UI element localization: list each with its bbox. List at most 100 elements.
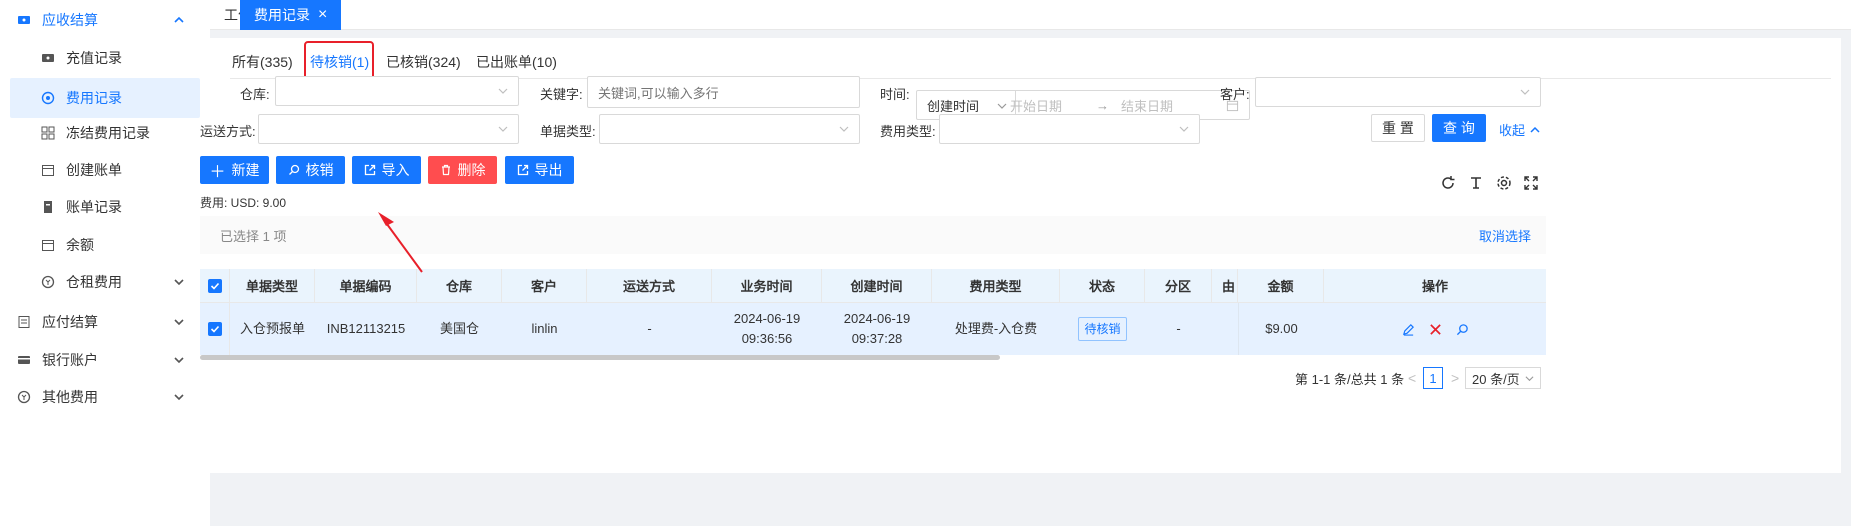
page-size-select[interactable]: 20 条/页	[1465, 367, 1541, 389]
import-button-label: 导入	[381, 162, 410, 178]
ticket-icon	[16, 12, 32, 28]
select-all-checkbox[interactable]	[200, 269, 230, 302]
sidebar: 应收结算 充值记录 费用记录 冻结费用记录 创建账单 账单记录 余额 仓租费用 …	[0, 0, 210, 526]
page-1-button[interactable]: 1	[1423, 367, 1443, 389]
search-icon	[288, 164, 299, 175]
sidebar-item-bill-records[interactable]: 账单记录	[10, 187, 200, 227]
main-content: 工作台 费用记录 × 所有(335) 待核销(1) 已核销(324) 已出账单(…	[200, 0, 1851, 526]
cell-fee-type: 处理费-入仓费	[954, 321, 1038, 336]
shipping-method-select[interactable]	[258, 114, 519, 144]
biz-time: 09:36:56	[741, 331, 793, 346]
cell-biz-time: 2024-06-19 09:36:56	[712, 303, 822, 355]
customer-select[interactable]	[1255, 77, 1541, 107]
chevron-down-icon	[498, 126, 508, 132]
page-tab-fee-records[interactable]: 费用记录 ×	[240, 0, 342, 30]
fullscreen-icon[interactable]	[1523, 175, 1539, 191]
close-icon[interactable]: ×	[318, 7, 327, 23]
new-button-label: 新建	[231, 162, 260, 178]
next-page-button[interactable]: >	[1451, 370, 1459, 386]
sidebar-item-storage-fees[interactable]: 仓租费用	[10, 262, 200, 302]
col-zone[interactable]: 分区	[1145, 269, 1212, 302]
cell-zone: -	[1176, 321, 1181, 336]
chevron-down-icon	[174, 319, 184, 326]
page-size-value: 20 条/页	[1472, 371, 1520, 387]
verify-button-label: 核销	[305, 162, 334, 178]
cell-status: 待核销	[1060, 303, 1145, 355]
verify-button[interactable]: 核销	[276, 156, 345, 184]
time-type-value: 创建时间	[927, 98, 980, 114]
chevron-down-icon	[174, 279, 184, 286]
import-button[interactable]: 导入	[352, 156, 421, 184]
pagination-summary: 第 1-1 条/总共 1 条	[1295, 372, 1405, 387]
col-biz-time[interactable]: 业务时间	[712, 269, 822, 302]
sidebar-item-recharge[interactable]: 充值记录	[10, 38, 200, 78]
delete-button[interactable]: 删除	[428, 156, 497, 184]
sidebar-item-fee-records[interactable]: 费用记录	[10, 78, 200, 118]
cell-created-time: 2024-06-19 09:37:28	[822, 303, 932, 355]
text-height-icon[interactable]	[1468, 175, 1484, 191]
start-date-input[interactable]: 开始日期	[1010, 96, 1080, 115]
check-icon	[207, 278, 222, 293]
reset-button[interactable]: 重 置	[1371, 114, 1425, 142]
chevron-down-icon	[1525, 376, 1534, 382]
prev-page-button[interactable]: <	[1408, 370, 1416, 386]
sidebar-item-receivables[interactable]: 应收结算	[10, 0, 200, 40]
created-date: 2024-06-19	[843, 311, 911, 326]
col-customer[interactable]: 客户	[502, 269, 587, 302]
col-warehouse[interactable]: 仓库	[417, 269, 502, 302]
page-tabs-bar: 工作台 费用记录 ×	[210, 0, 1851, 30]
external-link-icon	[517, 164, 528, 176]
sidebar-item-other-fees[interactable]: 其他费用	[10, 377, 200, 417]
col-doc-code[interactable]: 单据编码	[315, 269, 417, 302]
close-icon[interactable]	[1429, 323, 1442, 336]
sidebar-item-label: 费用记录	[66, 90, 122, 106]
fee-type-label: 费用类型:	[880, 124, 936, 139]
range-arrow: →	[1096, 97, 1109, 113]
row-checkbox[interactable]	[200, 303, 230, 355]
created-time: 09:37:28	[851, 331, 903, 346]
sidebar-item-bank-accounts[interactable]: 银行账户	[10, 340, 200, 380]
sidebar-item-label: 应收结算	[42, 12, 98, 28]
collapse-filters-link[interactable]: 收起	[1499, 120, 1541, 139]
col-truncated[interactable]: 由	[1212, 269, 1238, 302]
coin-icon	[16, 389, 32, 405]
export-button[interactable]: 导出	[505, 156, 574, 184]
ticket-icon	[40, 50, 56, 66]
sidebar-item-label: 仓租费用	[66, 274, 122, 290]
keyword-label: 关键字:	[540, 87, 583, 102]
col-fee-type[interactable]: 费用类型	[932, 269, 1060, 302]
col-amount[interactable]: 金额	[1238, 269, 1324, 302]
tab-verified[interactable]: 已核销(324)	[386, 52, 461, 72]
cell-doc-code-link[interactable]: INB12113215	[315, 303, 417, 355]
receipt-icon	[16, 314, 32, 330]
warehouse-select[interactable]	[275, 76, 519, 106]
fee-type-select[interactable]	[939, 114, 1200, 144]
search-button[interactable]: 查 询	[1432, 114, 1486, 142]
new-button[interactable]: ＋ 新建	[200, 156, 269, 184]
refresh-icon[interactable]	[1440, 175, 1456, 191]
tab-billed[interactable]: 已出账单(10)	[476, 52, 557, 72]
selection-bar: 已选择 1 项 取消选择	[200, 216, 1546, 254]
sidebar-item-frozen-fees[interactable]: 冻结费用记录	[10, 113, 200, 153]
col-shipping[interactable]: 运送方式	[587, 269, 712, 302]
col-created-time[interactable]: 创建时间	[822, 269, 932, 302]
col-status[interactable]: 状态	[1060, 269, 1145, 302]
keyword-input[interactable]	[587, 76, 860, 108]
plus-icon: ＋	[209, 164, 226, 181]
cancel-selection-link[interactable]: 取消选择	[1479, 226, 1531, 245]
doc-type-select[interactable]	[599, 114, 860, 144]
end-date-input[interactable]: 结束日期	[1121, 96, 1191, 115]
sidebar-item-payables[interactable]: 应付结算	[10, 302, 200, 342]
sidebar-item-balance[interactable]: 余额	[10, 225, 200, 265]
horizontal-scrollbar[interactable]	[200, 355, 1000, 360]
tab-all[interactable]: 所有(335)	[232, 52, 293, 72]
search-icon[interactable]	[1456, 323, 1469, 336]
table-row[interactable]: 入仓预报单 INB12113215 美国仓 linlin - 2024-06-1…	[200, 303, 1546, 355]
col-doc-type[interactable]: 单据类型	[230, 269, 315, 302]
edit-icon[interactable]	[1402, 323, 1415, 336]
sidebar-item-create-bill[interactable]: 创建账单	[10, 150, 200, 190]
chevron-down-icon	[1520, 89, 1530, 95]
calendar-icon	[40, 162, 56, 178]
card-icon	[16, 352, 32, 368]
gear-icon[interactable]	[1496, 175, 1512, 191]
